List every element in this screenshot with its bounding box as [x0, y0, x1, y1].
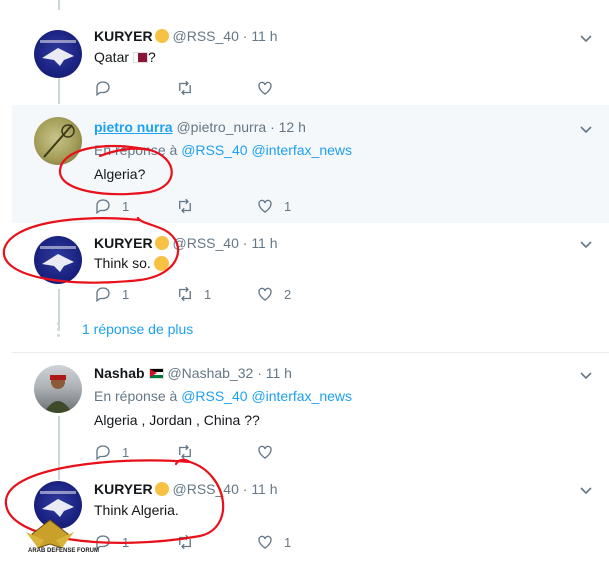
retweet-button[interactable] [176, 533, 194, 551]
handle[interactable]: @RSS_40 [173, 235, 239, 251]
reply-count: 1 [122, 534, 130, 550]
display-name[interactable]: KURYER [94, 481, 153, 497]
reply-count: 1 [122, 286, 130, 302]
tweet-header: KURYER @RSS_40 · 11 h [94, 235, 278, 251]
tweet[interactable]: KURYER @RSS_40 · 11 h Think so. 1 1 2 [12, 224, 609, 303]
chevron-down-icon[interactable] [579, 32, 593, 46]
watermark-text: ARAB DEFENSE FORUM [28, 548, 100, 554]
forum-logo-watermark [26, 519, 74, 549]
thinking-emoji-icon [154, 29, 169, 43]
retweet-button[interactable] [176, 443, 194, 461]
mention-link[interactable]: @interfax_news [251, 388, 352, 404]
thread-dots [57, 322, 61, 340]
reply-icon [96, 199, 110, 215]
like-button[interactable] [256, 443, 274, 461]
avatar[interactable] [34, 365, 82, 413]
reply-context: En réponse à @RSS_40 @interfax_news [94, 142, 353, 158]
retweet-button[interactable] [176, 197, 194, 215]
mention-link[interactable]: @interfax_news [251, 142, 352, 158]
like-count: 1 [284, 534, 292, 550]
display-name[interactable]: KURYER [94, 28, 153, 44]
timestamp[interactable]: 11 h [251, 481, 277, 497]
like-button[interactable]: 1 [256, 197, 291, 215]
separator: · [242, 481, 248, 497]
like-button[interactable] [256, 79, 274, 97]
display-name[interactable]: pietro nurra [94, 119, 173, 135]
tweet-header: Nashab @Nashab_32 · 11 h [94, 365, 292, 381]
tweet-text: Qatar? [94, 49, 156, 65]
retweet-icon [179, 444, 191, 460]
like-icon [258, 81, 272, 95]
reply-count: 1 [122, 444, 130, 460]
like-count: 1 [284, 198, 292, 214]
separator: · [242, 235, 248, 251]
like-icon [258, 535, 272, 549]
more-replies-link[interactable]: 1 réponse de plus [82, 321, 193, 337]
tweet-text: Algeria , Jordan , China ?? [94, 412, 260, 428]
separator: · [270, 119, 275, 135]
retweet-icon [179, 80, 191, 96]
tweet-header: KURYER @RSS_40 · 11 h [94, 481, 278, 497]
display-name[interactable]: KURYER [94, 235, 153, 251]
handle[interactable]: @RSS_40 [173, 481, 239, 497]
avatar[interactable] [34, 117, 82, 165]
tweet-text: Think Algeria. [94, 502, 179, 518]
thread-line [58, 0, 60, 10]
like-button[interactable]: 1 [244, 0, 373, 3]
reply-icon [96, 287, 110, 303]
retweet-button[interactable]: 1 [176, 285, 211, 303]
display-name[interactable]: Nashab [94, 365, 145, 381]
separator: · [257, 365, 262, 381]
tweet-header: pietro nurra @pietro_nurra · 12 h [94, 119, 306, 135]
thinking-emoji-icon [154, 236, 169, 250]
qatar-flag-icon [133, 52, 149, 63]
reply-icon [96, 81, 110, 97]
tweet-highlighted[interactable]: pietro nurra @pietro_nurra · 12 h En rép… [12, 105, 609, 223]
tweet-text: Think so. [94, 255, 169, 271]
reply-context: En réponse à @RSS_40 @interfax_news [94, 388, 353, 404]
reply-count: 1 [122, 198, 130, 214]
tweet-text: Algeria? [94, 166, 146, 182]
reply-button[interactable]: 1 [94, 285, 129, 303]
chevron-down-icon[interactable] [579, 369, 593, 383]
avatar[interactable] [34, 30, 82, 78]
tweet[interactable]: Nashab @Nashab_32 · 11 h En réponse à @R… [12, 353, 609, 471]
retweet-count: 1 [204, 286, 212, 302]
tweet-header: KURYER @RSS_40 · 11 h [94, 28, 278, 44]
mention-link[interactable]: @RSS_40 [181, 388, 247, 404]
reply-button[interactable] [94, 79, 112, 97]
mention-link[interactable]: @RSS_40 [181, 142, 247, 158]
timestamp[interactable]: 12 h [279, 119, 306, 135]
thinking-emoji-icon [154, 482, 169, 496]
reply-icon [96, 445, 110, 461]
like-icon [258, 287, 272, 301]
handle[interactable]: @RSS_40 [173, 28, 239, 44]
jordan-flag-icon [148, 368, 164, 379]
chevron-down-icon[interactable] [579, 238, 593, 252]
reply-button[interactable]: 1 [94, 443, 129, 461]
retweet-icon [179, 286, 191, 302]
timestamp[interactable]: 11 h [266, 365, 292, 381]
timestamp[interactable]: 11 h [251, 235, 277, 251]
tweet[interactable]: KURYER @RSS_40 · 11 h Qatar? [12, 14, 609, 104]
retweet-button[interactable] [176, 79, 194, 97]
like-icon [258, 199, 272, 213]
reply-button[interactable]: 1 [94, 197, 129, 215]
retweet-icon [179, 534, 191, 550]
tweet[interactable]: KURYER @RSS_40 · 11 h Think Algeria. 1 1 [12, 472, 609, 566]
retweet-icon [179, 198, 191, 214]
handle[interactable]: @pietro_nurra [176, 119, 266, 135]
like-button[interactable]: 1 [256, 533, 291, 551]
smiling-emoji-icon [153, 256, 169, 271]
like-count: 2 [284, 286, 292, 302]
chevron-down-icon[interactable] [579, 123, 593, 137]
timestamp[interactable]: 11 h [251, 28, 277, 44]
reply-button[interactable]: 1 [94, 533, 129, 551]
separator: · [242, 28, 248, 44]
like-button[interactable]: 2 [256, 285, 291, 303]
like-icon [258, 445, 272, 459]
handle[interactable]: @Nashab_32 [167, 365, 253, 381]
avatar[interactable] [34, 236, 82, 284]
chevron-down-icon[interactable] [579, 484, 593, 498]
